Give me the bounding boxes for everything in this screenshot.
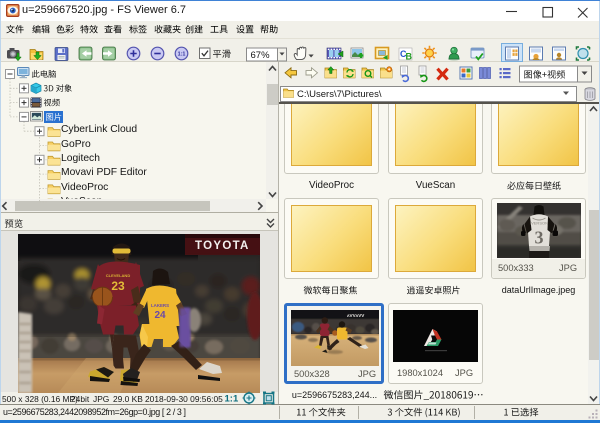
svg-text:B: B xyxy=(406,52,413,62)
svg-text:1:1: 1:1 xyxy=(225,394,239,405)
svg-text:67%: 67% xyxy=(251,50,271,61)
svg-text:1:1: 1:1 xyxy=(178,52,186,58)
